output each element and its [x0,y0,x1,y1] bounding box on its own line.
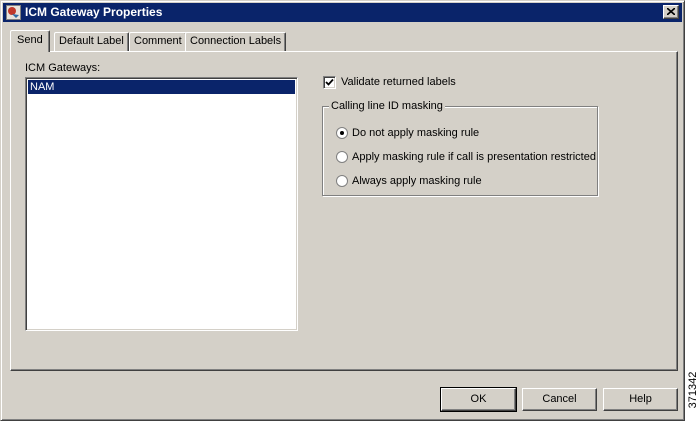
dialog-window: ICM Gateway Properties Send Default Labe… [0,0,685,421]
title-bar[interactable]: ICM Gateway Properties [3,3,682,22]
validate-labels-checkbox[interactable] [323,76,336,89]
icm-gateways-list[interactable]: NAM [25,77,298,331]
figure-number: 371342 [686,360,700,420]
radio-label: Apply masking rule if call is presentati… [352,151,596,163]
window-title: ICM Gateway Properties [25,5,163,19]
radio-selected-icon[interactable] [336,127,348,139]
radio-label: Always apply masking rule [352,175,482,187]
cancel-button[interactable]: Cancel [522,388,597,411]
ok-button[interactable]: OK [440,387,517,412]
tab-send[interactable]: Send [10,30,50,52]
send-tab-panel: ICM Gateways: NAM Validate returned labe… [10,51,678,371]
radio-label: Do not apply masking rule [352,127,480,139]
list-item[interactable]: NAM [28,80,295,94]
radio-unselected-icon[interactable] [336,175,348,187]
masking-group-title: Calling line ID masking [329,99,445,113]
tab-label: Comment [134,35,182,47]
tab-label: Default Label [59,35,124,47]
help-button[interactable]: Help [603,388,678,411]
icm-gateways-label: ICM Gateways: [25,62,101,74]
masking-groupbox: Calling line ID masking Do not apply mas… [322,99,598,196]
radio-unselected-icon[interactable] [336,151,348,163]
app-icon [6,5,21,20]
tab-default-label[interactable]: Default Label [54,32,129,51]
tab-label: Connection Labels [190,35,282,47]
checkmark-icon [325,78,334,86]
validate-labels-label: Validate returned labels [341,76,456,88]
figure-number-text: 371342 [687,371,699,409]
close-button[interactable] [663,5,679,19]
tab-comment[interactable]: Comment [129,32,187,51]
close-icon [667,8,675,15]
tab-label: Send [17,34,43,46]
tab-connection-labels[interactable]: Connection Labels [185,32,287,51]
